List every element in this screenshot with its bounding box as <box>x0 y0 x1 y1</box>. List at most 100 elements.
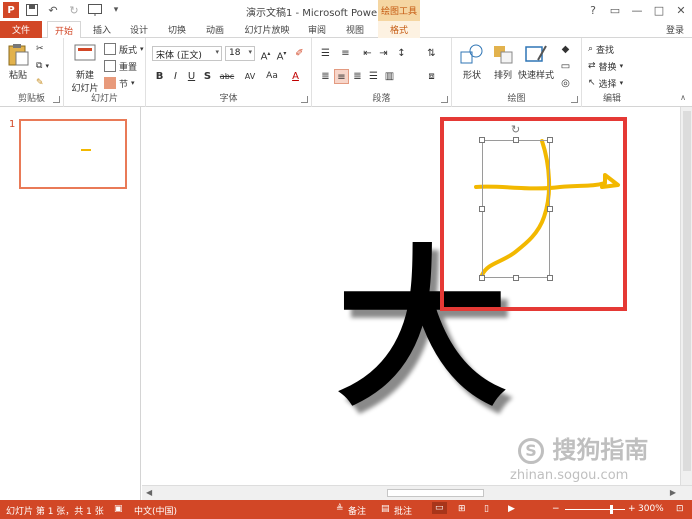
bullets-icon[interactable]: ☰ <box>318 46 333 61</box>
horizontal-scroll-thumb[interactable] <box>387 489 484 497</box>
tab-insert[interactable]: 插入 <box>85 21 119 38</box>
clipboard-launcher-icon[interactable] <box>53 96 60 103</box>
tab-review[interactable]: 审阅 <box>300 21 334 38</box>
scroll-left-icon[interactable]: ◀ <box>146 488 152 497</box>
save-icon[interactable] <box>24 2 40 18</box>
align-left-icon[interactable]: ≣ <box>318 69 333 84</box>
tab-slideshow[interactable]: 幻灯片放映 <box>238 21 296 38</box>
cut-button[interactable]: ✂ <box>36 42 44 56</box>
resize-handle-e[interactable] <box>547 206 553 212</box>
paste-button[interactable]: 粘贴 <box>4 42 32 81</box>
vertical-scroll-thumb[interactable] <box>683 111 691 471</box>
section-button[interactable]: 节 ▾ <box>104 76 135 90</box>
layout-button[interactable]: 版式 ▾ <box>104 42 144 56</box>
close-icon[interactable]: ✕ <box>670 0 692 20</box>
vertical-scrollbar[interactable] <box>680 107 692 485</box>
undo-icon[interactable]: ↶ <box>45 2 61 18</box>
character-spacing-button[interactable]: AV <box>240 69 260 84</box>
normal-view-icon[interactable]: ▭ <box>432 502 447 514</box>
increase-indent-icon[interactable]: ⇥ <box>376 46 391 61</box>
scroll-right-icon[interactable]: ▶ <box>670 488 676 497</box>
reset-button[interactable]: 重置 <box>104 59 137 73</box>
slideshow-view-icon[interactable]: ▶ <box>508 504 515 514</box>
bold-button[interactable]: B <box>152 69 167 84</box>
reading-view-icon[interactable]: ▯ <box>484 504 489 514</box>
slide-thumbnail[interactable] <box>19 119 127 189</box>
drawing-launcher-icon[interactable] <box>571 96 578 103</box>
smartart-icon[interactable]: ⧈ <box>424 69 439 84</box>
replace-button[interactable]: ⇄ 替换 ▾ <box>588 59 623 73</box>
ribbon-display-options-icon[interactable]: ▭ <box>604 0 626 20</box>
resize-handle-w[interactable] <box>479 206 485 212</box>
fit-slide-icon[interactable]: ⊡ <box>676 504 684 514</box>
copy-button[interactable]: ⧉ ▾ <box>36 59 49 73</box>
format-painter-button[interactable]: ✎ <box>36 76 44 90</box>
decrease-font-icon[interactable]: A▾ <box>274 46 289 62</box>
zoom-level[interactable]: 300% <box>638 504 664 514</box>
help-icon[interactable]: ? <box>582 0 604 20</box>
font-launcher-icon[interactable] <box>301 96 308 103</box>
tab-view[interactable]: 视图 <box>338 21 372 38</box>
line-spacing-icon[interactable]: ↕ <box>394 46 409 61</box>
align-center-icon[interactable]: ≡ <box>334 69 349 84</box>
maximize-icon[interactable]: □ <box>648 0 670 20</box>
powerpoint-logo-icon[interactable]: P <box>3 2 19 18</box>
shape-outline-icon[interactable]: ▭ <box>558 59 573 74</box>
minimize-icon[interactable]: — <box>626 0 648 20</box>
text-shadow-button[interactable]: S <box>200 69 215 84</box>
redo-icon[interactable]: ↻ <box>66 2 82 18</box>
tab-file[interactable]: 文件 <box>0 21 42 38</box>
underline-button[interactable]: U <box>184 69 199 84</box>
resize-handle-sw[interactable] <box>479 275 485 281</box>
rotate-handle-icon[interactable]: ↻ <box>511 123 520 136</box>
quick-styles-button[interactable]: 快速样式 <box>516 42 556 81</box>
slide-sorter-icon[interactable]: ⊞ <box>458 504 466 514</box>
new-slide-button[interactable]: 新建 幻灯片 <box>68 42 102 94</box>
change-case-button[interactable]: Aa <box>262 69 282 84</box>
horizontal-scrollbar[interactable]: ◀ ▶ <box>142 485 692 500</box>
strikethrough-button[interactable]: abc <box>217 69 237 84</box>
resize-handle-se[interactable] <box>547 275 553 281</box>
language-indicator[interactable]: 中文(中国) <box>134 504 177 517</box>
shape-effects-icon[interactable]: ◎ <box>558 76 573 91</box>
notes-icon[interactable]: ≜ <box>336 504 344 514</box>
tab-animations[interactable]: 动画 <box>198 21 232 38</box>
resize-handle-s[interactable] <box>513 275 519 281</box>
font-name-select[interactable]: 宋体 (正文) ▾ <box>152 46 222 61</box>
resize-handle-ne[interactable] <box>547 137 553 143</box>
spellcheck-icon[interactable]: ▣ <box>114 504 123 514</box>
font-color-button[interactable]: A <box>288 69 303 84</box>
tab-design[interactable]: 设计 <box>122 21 156 38</box>
font-size-select[interactable]: 18 ▾ <box>225 46 255 61</box>
zoom-out-icon[interactable]: − <box>552 504 560 514</box>
select-button[interactable]: ↖ 选择 ▾ <box>588 76 623 90</box>
collapse-ribbon-icon[interactable]: ∧ <box>680 93 686 102</box>
find-button[interactable]: ⌕ 查找 <box>588 42 614 56</box>
tab-home[interactable]: 开始 <box>47 21 81 39</box>
numbering-icon[interactable]: ≡ <box>338 46 353 61</box>
customize-qat-icon[interactable]: ▾ <box>108 2 124 18</box>
arrange-button[interactable]: 排列 <box>488 42 518 81</box>
login-link[interactable]: 登录 <box>666 23 684 36</box>
zoom-slider[interactable] <box>565 509 625 510</box>
comments-icon[interactable]: ▤ <box>381 504 390 514</box>
shape-fill-icon[interactable]: ◆ <box>558 42 573 57</box>
zoom-in-icon[interactable]: + <box>628 504 636 514</box>
tab-transitions[interactable]: 切换 <box>160 21 194 38</box>
columns-icon[interactable]: ▥ <box>382 69 397 84</box>
tab-format[interactable]: 格式 <box>378 21 420 38</box>
align-right-icon[interactable]: ≣ <box>350 69 365 84</box>
notes-button[interactable]: 备注 <box>348 504 366 517</box>
italic-button[interactable]: I <box>168 69 183 84</box>
resize-handle-nw[interactable] <box>479 137 485 143</box>
comments-button[interactable]: 批注 <box>394 504 412 517</box>
clear-formatting-icon[interactable]: ✐ <box>292 46 307 61</box>
zoom-slider-knob[interactable] <box>610 505 613 514</box>
resize-handle-n[interactable] <box>513 137 519 143</box>
shapes-button[interactable]: 形状 <box>456 42 488 81</box>
selection-box[interactable] <box>482 140 550 278</box>
text-direction-icon[interactable]: ⇅ <box>424 46 439 61</box>
increase-font-icon[interactable]: A▴ <box>258 46 273 62</box>
paragraph-launcher-icon[interactable] <box>441 96 448 103</box>
decrease-indent-icon[interactable]: ⇤ <box>360 46 375 61</box>
